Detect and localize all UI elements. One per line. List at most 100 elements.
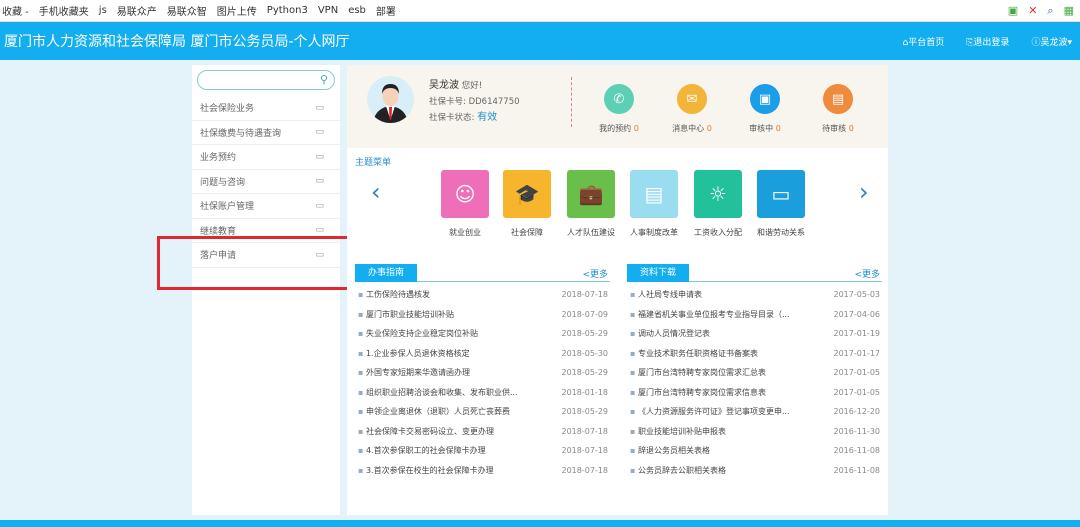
phone-icon: ✆ xyxy=(604,84,634,114)
item-title: 福建省机关事业单位报考专业指导目录（... xyxy=(637,309,790,319)
sidebar-item[interactable]: 社保账户管理 ▭ xyxy=(192,194,340,219)
item-title: 人社局专线申请表 xyxy=(637,290,702,300)
item-date: 2016-11-30 xyxy=(833,426,881,436)
list-item[interactable]: ▪ 申领企业离退休（退职）人员死亡丧葬费 2018-05-29 xyxy=(355,402,610,422)
item-date: 2018-01-18 xyxy=(561,387,609,397)
item-title: 3.首次参保在校生的社会保障卡办理 xyxy=(365,465,494,475)
bookmark-item[interactable]: 易联众产 xyxy=(117,3,157,18)
status-label: 社保卡状态: xyxy=(429,113,475,123)
sidebar: ⚲ 社会保险业务 ▭ 社保缴费与待遇查询 ▭ 业务预约 ▭ 问题与咨询 ▭ 社保账户管理 ▭ 继续教… xyxy=(192,65,340,515)
sidebar-item-label: 业务预约 xyxy=(200,153,237,164)
list-item[interactable]: ▪ 辞退公务员相关表格 2016-11-08 xyxy=(627,441,882,461)
bookmark-item[interactable]: esb xyxy=(348,5,366,16)
menu-tile[interactable]: ☺ 就业创业 xyxy=(441,170,489,238)
downloads-more-link[interactable]: <更多 xyxy=(854,267,880,280)
guide-tab[interactable]: 办事指南 xyxy=(355,264,417,282)
list-item[interactable]: ▪ 厦门市台湾特聘专家岗位需求信息表 2017-01-05 xyxy=(627,383,882,403)
game-icon[interactable]: ▦ xyxy=(1064,4,1074,18)
chevron-left-icon[interactable]: ‹ xyxy=(371,178,381,206)
list-item[interactable]: ▪ 调动人员情况登记表 2017-01-19 xyxy=(627,324,882,344)
list-item[interactable]: ▪ 外国专家短期来华邀请函办理 2018-05-29 xyxy=(355,363,610,383)
list-item[interactable]: ▪ 人社局专线申请表 2017-05-03 xyxy=(627,285,882,305)
menu-tile[interactable]: ▭ 和谐劳动关系 xyxy=(757,170,805,238)
bookmark-item[interactable]: 图片上传 xyxy=(217,3,257,18)
stat-item[interactable]: ▣ 审核中 0 xyxy=(730,84,800,134)
bookmark-item[interactable]: VPN xyxy=(318,5,338,16)
avatar xyxy=(367,76,414,123)
menu-tile-label: 人才队伍建设 xyxy=(567,228,615,237)
list-item[interactable]: ▪ 3.首次参保在校生的社会保障卡办理 2018-07-18 xyxy=(355,461,610,481)
list-item[interactable]: ▪ 1.企业参保人员退休资格核定 2018-05-30 xyxy=(355,344,610,364)
stat-item[interactable]: ✆ 我的预约 0 xyxy=(584,84,654,134)
extension-icon[interactable]: ▣ xyxy=(1008,4,1018,18)
folder-icon: ▭ xyxy=(315,200,324,211)
item-title: 厦门市台湾特聘专家岗位需求汇总表 xyxy=(637,368,766,378)
stat-item[interactable]: ▤ 待审核 0 xyxy=(803,84,873,134)
lightbulb-icon: ☼ xyxy=(694,170,742,218)
sidebar-item-label: 继续教育 xyxy=(200,226,237,237)
stat-label: 审核中 xyxy=(749,124,774,133)
list-item[interactable]: ▪ 工伤保险待遇核发 2018-07-18 xyxy=(355,285,610,305)
item-date: 2018-05-29 xyxy=(561,329,609,339)
stat-count: 0 xyxy=(706,124,712,133)
list-item[interactable]: ▪ 《人力资源服务许可证》登记事项变更申... 2016-12-20 xyxy=(627,402,882,422)
list-item[interactable]: ▪ 组织职业招聘洽谈会和收集、发布职业供... 2018-01-18 xyxy=(355,383,610,403)
item-title: 4.首次参保职工的社会保障卡办理 xyxy=(365,446,486,456)
menu-tile[interactable]: 💼 人才队伍建设 xyxy=(567,170,615,238)
list-item[interactable]: ▪ 厦门市台湾特聘专家岗位需求汇总表 2017-01-05 xyxy=(627,363,882,383)
search-icon[interactable]: ⚲ xyxy=(320,73,328,86)
bookmark-item[interactable]: js xyxy=(99,5,107,16)
bookmark-item[interactable]: Python3 xyxy=(267,5,308,16)
bookmark-item[interactable]: 手机收藏夹 xyxy=(39,3,89,18)
search-input[interactable]: ⚲ xyxy=(197,70,335,90)
graduation-cap-icon: 🎓 xyxy=(503,170,551,218)
main-content: 吴龙波 您好! 社保卡号: DD6147750 社保卡状态: 有效 ✆ 我的预约 … xyxy=(347,65,888,515)
list-item[interactable]: ▪ 厦门市职业技能培训补贴 2018-07-09 xyxy=(355,305,610,325)
menu-title: 主题菜单 xyxy=(355,158,392,168)
menu-tile-label: 社会保障 xyxy=(511,228,543,237)
list-item[interactable]: ▪ 公务员辞去公职相关表格 2016-11-08 xyxy=(627,461,882,481)
item-title: 厦门市台湾特聘专家岗位需求信息表 xyxy=(637,387,766,397)
bookmarks-bar: 收藏 - 手机收藏夹 js 易联众产 易联众智 图片上传 Python3 VPN esb 部署 ▣ ✕… xyxy=(0,0,1080,22)
list-item[interactable]: ▪ 专业技术职务任职资格证书备案表 2017-01-17 xyxy=(627,344,882,364)
bookmark-item[interactable]: 易联众智 xyxy=(167,3,207,18)
folder-icon: ▭ xyxy=(315,176,324,187)
divider xyxy=(571,77,572,127)
list-item[interactable]: ▪ 职业技能培训补贴申报表 2016-11-30 xyxy=(627,422,882,442)
list-item[interactable]: ▪ 4.首次参保职工的社会保障卡办理 2018-07-18 xyxy=(355,441,610,461)
sidebar-item[interactable]: 业务预约 ▭ xyxy=(192,145,340,170)
close-icon[interactable]: ✕ xyxy=(1028,4,1037,18)
item-title: 公务员辞去公职相关表格 xyxy=(637,465,726,475)
menu-tile[interactable]: 🎓 社会保障 xyxy=(503,170,551,238)
guide-more-link[interactable]: <更多 xyxy=(582,267,608,280)
menu-tile[interactable]: ☼ 工资收入分配 xyxy=(694,170,742,238)
stat-label: 消息中心 xyxy=(672,124,705,133)
list-item[interactable]: ▪ 失业保险支持企业稳定岗位补贴 2018-05-29 xyxy=(355,324,610,344)
item-date: 2017-01-19 xyxy=(833,329,881,339)
logout-link[interactable]: ⎘退出登录 xyxy=(966,35,1009,48)
list-item[interactable]: ▪ 福建省机关事业单位报考专业指导目录（... 2017-04-06 xyxy=(627,305,882,325)
item-date: 2016-12-20 xyxy=(833,407,881,417)
stat-item[interactable]: ✉ 消息中心 0 xyxy=(657,84,727,134)
bookmark-item[interactable]: 部署 xyxy=(376,3,396,18)
bookmark-item[interactable]: 收藏 - xyxy=(2,3,29,18)
stat-count: 0 xyxy=(848,124,854,133)
chevron-right-icon[interactable]: › xyxy=(859,178,869,206)
list-item[interactable]: ▪ 社会保障卡交易密码设立、变更办理 2018-07-18 xyxy=(355,422,610,442)
item-date: 2018-07-18 xyxy=(561,290,609,300)
site-header: 厦门市人力资源和社会保障局 厦门市公务员局-个人网厅 ⌂平台首页 ⎘退出登录 ⓘ… xyxy=(0,22,1080,60)
user-menu[interactable]: ⓘ吴龙波▾ xyxy=(1031,35,1072,48)
home-link[interactable]: ⌂平台首页 xyxy=(902,35,944,48)
sidebar-item[interactable]: 社会保险业务 ▭ xyxy=(192,96,340,121)
menu-tile[interactable]: ▤ 人事制度改革 xyxy=(630,170,678,238)
clipboard-icon: ▤ xyxy=(823,84,853,114)
search-icon[interactable]: ⌕ xyxy=(1047,4,1053,18)
item-title: 专业技术职务任职资格证书备案表 xyxy=(637,348,758,358)
downloads-tab[interactable]: 资料下载 xyxy=(627,264,689,282)
stat-count: 0 xyxy=(775,124,781,133)
card-label: 社保卡号: xyxy=(429,97,466,107)
sidebar-item[interactable]: 社保缴费与待遇查询 ▭ xyxy=(192,121,340,145)
stat-label: 我的预约 xyxy=(599,124,632,133)
item-date: 2018-07-18 xyxy=(561,426,609,436)
sidebar-item[interactable]: 问题与咨询 ▭ xyxy=(192,170,340,194)
